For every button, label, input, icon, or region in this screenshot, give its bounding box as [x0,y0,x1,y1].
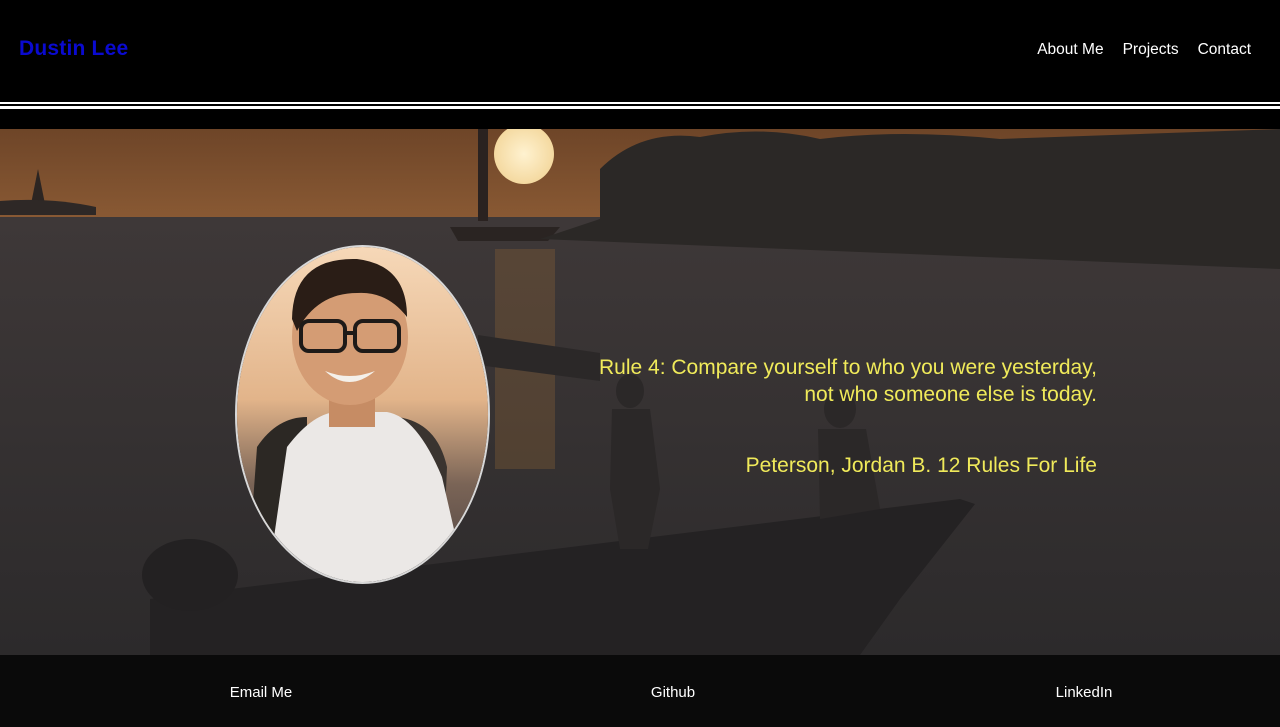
footer-email-link[interactable]: Email Me [230,684,293,701]
nav-about-me[interactable]: About Me [1037,41,1103,59]
quote-line-2: not who someone else is today. [804,383,1097,406]
hero-quote: Rule 4: Compare yourself to who you were… [537,354,1097,408]
footer-linkedin-link[interactable]: LinkedIn [1056,684,1113,701]
nav-projects[interactable]: Projects [1123,41,1179,59]
hero-section: Rule 4: Compare yourself to who you were… [0,129,1280,655]
site-footer: Email Me Github LinkedIn [0,655,1280,727]
header-spacer [0,109,1280,129]
footer-github-link[interactable]: Github [651,684,695,701]
site-header: Dustin Lee About Me Projects Contact [0,0,1280,102]
quote-line-1: Rule 4: Compare yourself to who you were… [598,356,1097,379]
profile-photo-image [237,247,488,582]
main-nav: About Me Projects Contact [1037,41,1251,59]
nav-contact[interactable]: Contact [1198,41,1251,59]
profile-photo [235,245,490,584]
brand-logo-link[interactable]: Dustin Lee [19,37,128,61]
header-divider [0,102,1280,109]
quote-attribution: Peterson, Jordan B. 12 Rules For Life [745,454,1097,477]
